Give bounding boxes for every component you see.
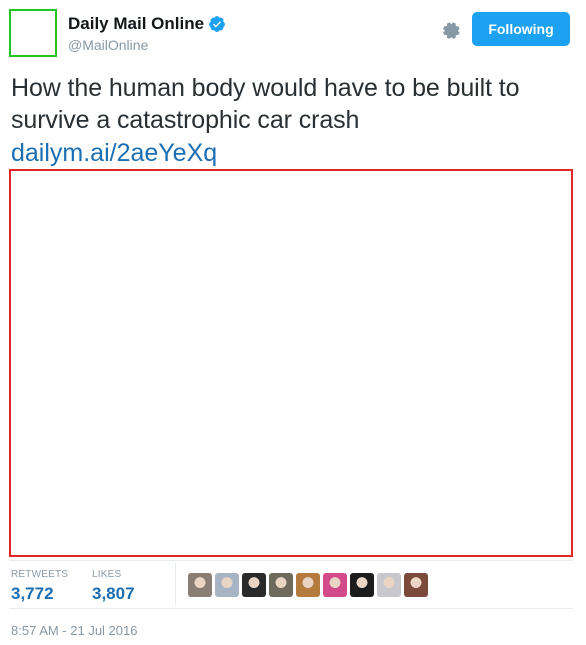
likes-stat[interactable]: LIKES 3,807 — [92, 569, 135, 604]
retweets-count[interactable]: 3,772 — [11, 584, 68, 604]
liker-avatar[interactable] — [296, 573, 320, 597]
retweets-label: RETWEETS — [11, 569, 69, 580]
stats-separator — [175, 563, 176, 605]
liker-avatar[interactable] — [242, 573, 266, 597]
divider — [9, 608, 573, 609]
tweet-media[interactable] — [9, 169, 573, 557]
liker-avatar[interactable] — [350, 573, 374, 597]
author-handle[interactable]: @MailOnline — [68, 37, 148, 53]
verified-badge-icon — [209, 16, 225, 32]
retweets-stat[interactable]: RETWEETS 3,772 — [11, 569, 68, 604]
following-button[interactable]: Following — [472, 12, 570, 46]
liker-avatar[interactable] — [215, 573, 239, 597]
liker-avatar[interactable] — [269, 573, 293, 597]
liker-avatar[interactable] — [404, 573, 428, 597]
liker-avatar[interactable] — [377, 573, 401, 597]
author-name-row[interactable]: Daily Mail Online — [68, 14, 226, 34]
divider — [9, 560, 573, 561]
tweet-timestamp[interactable]: 8:57 AM - 21 Jul 2016 — [11, 623, 137, 638]
likers-avatars — [188, 573, 428, 597]
author-name[interactable]: Daily Mail Online — [68, 14, 204, 34]
tweet-link[interactable]: dailym.ai/2aeYeXq — [11, 137, 217, 169]
liker-avatar[interactable] — [323, 573, 347, 597]
gear-icon[interactable] — [439, 18, 461, 40]
likes-label: LIKES — [92, 569, 122, 580]
liker-avatar[interactable] — [188, 573, 212, 597]
avatar[interactable] — [9, 9, 57, 57]
tweet-text: How the human body would have to be buil… — [11, 74, 520, 134]
likes-count[interactable]: 3,807 — [92, 584, 135, 604]
